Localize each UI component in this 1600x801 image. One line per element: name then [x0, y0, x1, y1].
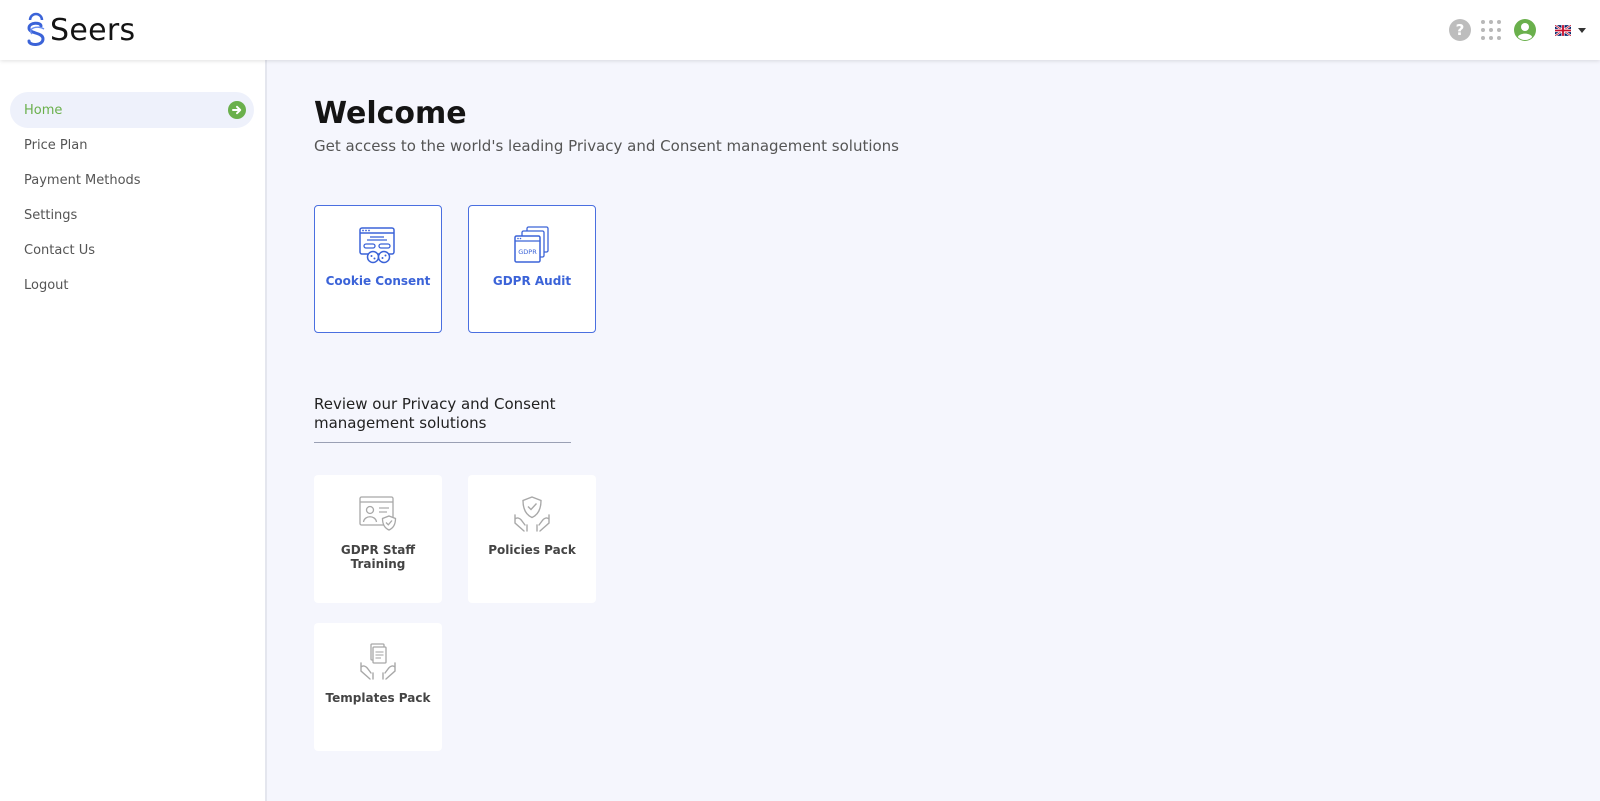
apps-grid-icon[interactable] — [1481, 20, 1501, 40]
sidebar-item-label: Settings — [24, 207, 78, 223]
caret-down-icon — [1578, 27, 1586, 33]
card-label: Policies Pack — [488, 543, 576, 557]
uk-flag-icon — [1555, 24, 1571, 36]
gdpr-audit-card[interactable]: GDPR GDPR Audit — [468, 205, 596, 333]
templates-pack-icon — [358, 643, 398, 681]
sidebar-item-label: Logout — [24, 277, 69, 293]
gdpr-staff-training-card[interactable]: GDPR Staff Training — [314, 475, 442, 603]
sidebar-item-home[interactable]: Home — [10, 92, 254, 128]
card-label: GDPR Audit — [492, 274, 572, 288]
sidebar-item-price-plan[interactable]: Price Plan — [10, 127, 254, 163]
help-icon[interactable]: ? — [1449, 19, 1471, 41]
card-label: GDPR Staff Training — [340, 543, 416, 571]
sidebar-item-label: Contact Us — [24, 242, 95, 258]
sidebar: Home Price Plan Payment Methods Settings… — [0, 60, 267, 801]
sidebar-item-label: Payment Methods — [24, 172, 141, 188]
seers-logo[interactable]: Seers — [24, 10, 135, 50]
sidebar-item-settings[interactable]: Settings — [10, 197, 254, 233]
sidebar-item-contact-us[interactable]: Contact Us — [10, 232, 254, 268]
cookie-consent-icon — [358, 226, 398, 264]
brand-name: Seers — [50, 12, 136, 48]
language-selector[interactable] — [1555, 24, 1586, 36]
sidebar-item-label: Home — [24, 102, 63, 118]
policies-pack-icon — [512, 495, 552, 533]
gdpr-audit-icon: GDPR — [512, 226, 552, 264]
sidebar-item-payment-methods[interactable]: Payment Methods — [10, 162, 254, 198]
review-section-title: Review our Privacy and Consent managemen… — [314, 395, 571, 443]
arrow-right-icon — [228, 101, 246, 119]
gdpr-icon-text: GDPR — [518, 248, 537, 256]
templates-pack-card[interactable]: Templates Pack — [314, 623, 442, 751]
sidebar-item-logout[interactable]: Logout — [10, 267, 254, 303]
page-subtitle: Get access to the world's leading Privac… — [314, 137, 899, 155]
user-account-icon[interactable] — [1513, 18, 1537, 42]
sidebar-nav: Home Price Plan Payment Methods Settings… — [10, 92, 254, 302]
seers-logo-icon — [27, 12, 45, 46]
main-content: Welcome Get access to the world's leadin… — [267, 60, 1600, 801]
page-title: Welcome — [314, 96, 467, 131]
sidebar-item-label: Price Plan — [24, 137, 88, 153]
policies-pack-card[interactable]: Policies Pack — [468, 475, 596, 603]
top-header: Seers ? — [0, 0, 1600, 60]
staff-training-icon — [357, 495, 399, 533]
card-label: Templates Pack — [325, 691, 431, 705]
cookie-consent-card[interactable]: Cookie Consent — [314, 205, 442, 333]
card-label: Cookie Consent — [325, 274, 431, 288]
header-actions: ? — [1439, 18, 1586, 42]
